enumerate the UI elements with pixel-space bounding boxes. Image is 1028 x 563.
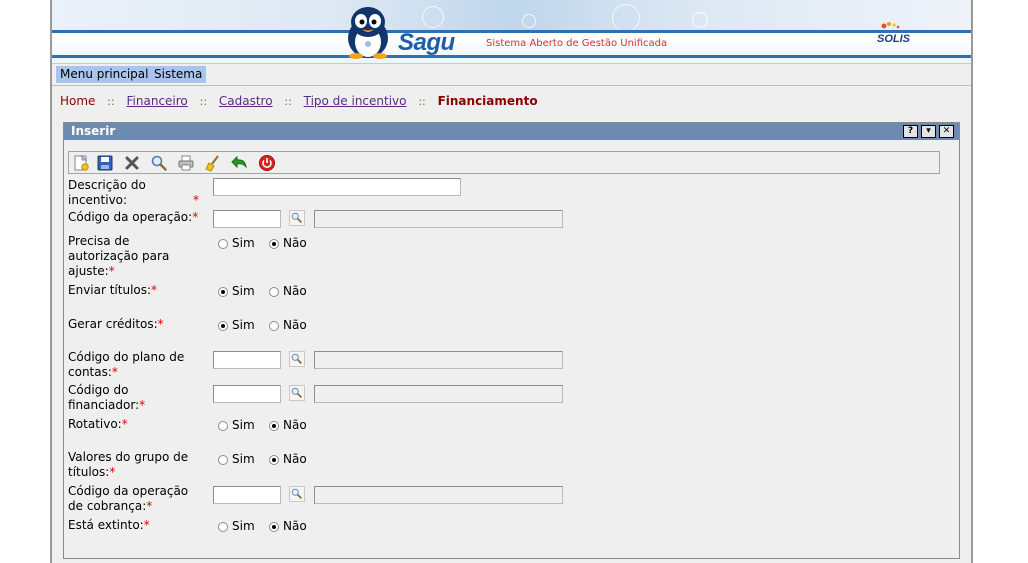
gerar-creditos-sim-radio[interactable] <box>218 321 228 331</box>
esta-extinto-nao-radio[interactable] <box>269 522 279 532</box>
breadcrumb-tipo-de-incentivo[interactable]: Tipo de incentivo <box>304 94 407 108</box>
breadcrumb-separator: :: <box>199 95 208 108</box>
new-icon[interactable] <box>72 154 90 172</box>
insert-panel: Inserir ? ▾ ✕ Descrição do incentivo: * … <box>63 122 960 559</box>
print-icon[interactable] <box>177 154 195 172</box>
lookup-search-icon[interactable] <box>289 385 305 401</box>
codigo-financiador-input[interactable] <box>213 385 281 403</box>
label-codigo-operacao-cobranca: Código da operação de cobrança:* <box>68 484 189 513</box>
action-toolbar <box>68 151 940 174</box>
search-icon[interactable] <box>150 154 168 172</box>
radio-label-nao: Não <box>283 236 307 250</box>
label-codigo-financiador: Código do financiador:* <box>68 383 146 412</box>
clear-broom-icon[interactable] <box>204 154 222 172</box>
menu-bar: Menu principal Sistema <box>52 64 971 86</box>
label-descricao: Descrição do incentivo: * <box>68 178 199 207</box>
radio-label-nao: Não <box>283 318 307 332</box>
gerar-creditos-nao-radio[interactable] <box>269 321 279 331</box>
label-precisa-autorizacao: Precisa de autorização para ajuste:* <box>68 234 170 278</box>
panel-title: Inserir <box>71 124 116 138</box>
radio-label-nao: Não <box>283 452 307 466</box>
breadcrumb-separator: :: <box>284 95 292 108</box>
descricao-input[interactable] <box>213 178 461 196</box>
codigo-financiador-description <box>314 385 563 403</box>
lookup-search-icon[interactable] <box>289 486 305 502</box>
radio-label-sim: Sim <box>232 284 255 298</box>
enviar-titulos-nao-radio[interactable] <box>269 287 279 297</box>
breadcrumb-home[interactable]: Home <box>60 94 95 108</box>
radio-label-sim: Sim <box>232 236 255 250</box>
label-codigo-plano-contas: Código do plano de contas:* <box>68 350 185 379</box>
delete-icon[interactable] <box>123 154 141 172</box>
label-enviar-titulos: Enviar títulos:* <box>68 283 158 297</box>
breadcrumb-current: Financiamento <box>437 94 538 108</box>
breadcrumb-financeiro[interactable]: Financeiro <box>127 94 188 108</box>
breadcrumb-separator: :: <box>418 95 426 108</box>
rotativo-nao-radio[interactable] <box>269 421 279 431</box>
radio-label-sim: Sim <box>232 318 255 332</box>
breadcrumb: Home :: Financeiro :: Cadastro :: Tipo d… <box>60 94 538 108</box>
save-icon[interactable] <box>96 154 114 172</box>
codigo-operacao-input[interactable] <box>213 210 281 228</box>
codigo-plano-contas-description <box>314 351 563 369</box>
codigo-operacao-cobranca-input[interactable] <box>213 486 281 504</box>
menu-item-sistema[interactable]: Sistema <box>150 66 207 83</box>
help-button[interactable]: ? <box>903 125 918 138</box>
label-rotativo: Rotativo:* <box>68 417 128 431</box>
valores-grupo-titulos-nao-radio[interactable] <box>269 455 279 465</box>
radio-label-nao: Não <box>283 418 307 432</box>
minimize-button[interactable]: ▾ <box>921 125 936 138</box>
close-button[interactable]: ✕ <box>939 125 954 138</box>
valores-grupo-titulos-sim-radio[interactable] <box>218 455 228 465</box>
header-banner: Sagu Sistema Aberto de Gestão Unificada … <box>52 0 971 64</box>
codigo-operacao-cobranca-description <box>314 486 563 504</box>
label-esta-extinto: Está extinto:* <box>68 518 150 532</box>
radio-label-sim: Sim <box>232 418 255 432</box>
panel-title-bar: Inserir ? ▾ ✕ <box>64 123 959 140</box>
menu-item-menu-principal[interactable]: Menu principal <box>56 66 153 83</box>
exit-power-icon[interactable] <box>258 154 276 172</box>
app-logo: Sagu <box>398 29 455 56</box>
enviar-titulos-sim-radio[interactable] <box>218 287 228 297</box>
app-subtitle: Sistema Aberto de Gestão Unificada <box>486 38 668 49</box>
radio-label-nao: Não <box>283 519 307 533</box>
esta-extinto-sim-radio[interactable] <box>218 522 228 532</box>
codigo-operacao-description <box>314 210 563 228</box>
vendor-logo: SOLIS <box>877 33 911 45</box>
label-valores-grupo-titulos: Valores do grupo de títulos:* <box>68 450 189 479</box>
precisa-autorizacao-sim-radio[interactable] <box>218 239 228 249</box>
radio-label-sim: Sim <box>232 452 255 466</box>
codigo-plano-contas-input[interactable] <box>213 351 281 369</box>
radio-label-sim: Sim <box>232 519 255 533</box>
app-window: Sagu Sistema Aberto de Gestão Unificada … <box>50 0 973 563</box>
solis-logo-icon <box>881 22 900 29</box>
back-icon[interactable] <box>231 154 249 172</box>
lookup-search-icon[interactable] <box>289 351 305 367</box>
precisa-autorizacao-nao-radio[interactable] <box>269 239 279 249</box>
label-gerar-creditos: Gerar créditos:* <box>68 317 164 331</box>
label-codigo-operacao: Código da operação:* <box>68 210 199 224</box>
radio-label-nao: Não <box>283 284 307 298</box>
rotativo-sim-radio[interactable] <box>218 421 228 431</box>
penguin-mascot-icon <box>348 7 388 59</box>
lookup-search-icon[interactable] <box>289 210 305 226</box>
breadcrumb-separator: :: <box>107 95 115 108</box>
breadcrumb-cadastro[interactable]: Cadastro <box>219 94 273 108</box>
